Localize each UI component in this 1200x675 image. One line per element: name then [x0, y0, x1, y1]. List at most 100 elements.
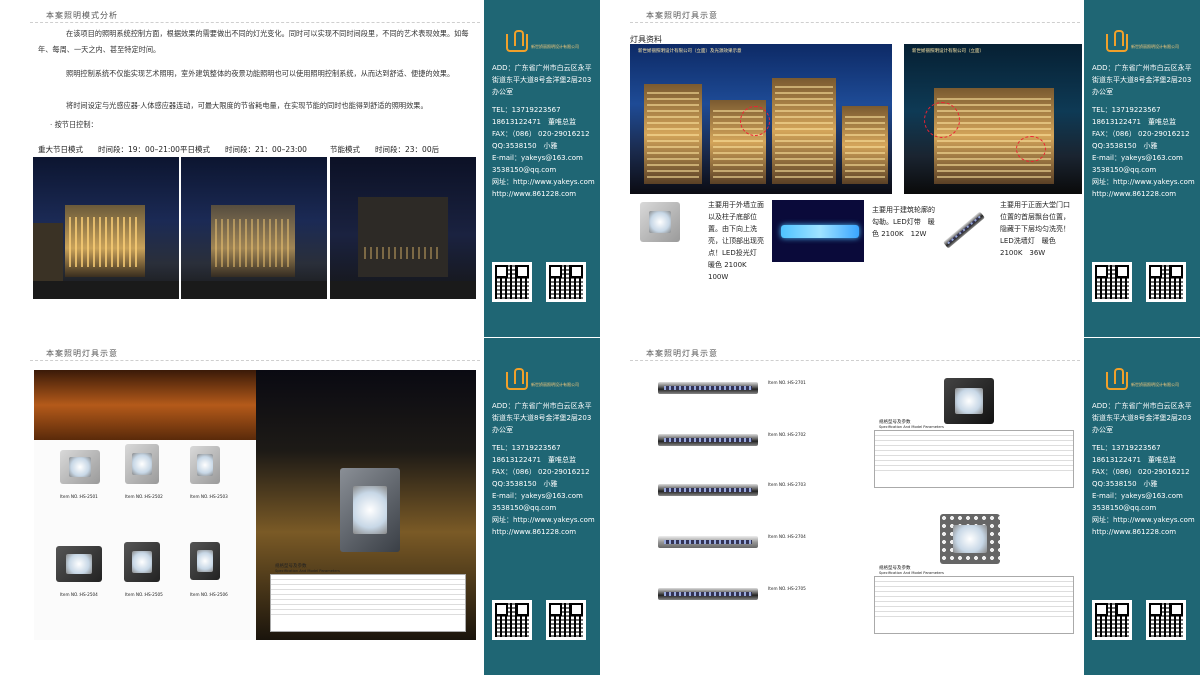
website-text: 网址：http://www.yakeys.com: [1092, 178, 1195, 186]
night-render-weekday: [181, 157, 327, 299]
phone-contact-text: 18613122471 董唯总监: [492, 456, 576, 464]
panel-content: 本案照明灯具示意 灯具资料 新世娇丽照明设计有限公司（立面）及光源效果示意 新世…: [600, 0, 1084, 337]
page-title: 本案照明灯具示意: [46, 349, 118, 358]
item-number: Item NO.:HS-2703: [768, 482, 806, 487]
qq-text: QQ:3538150 小雅: [492, 142, 558, 150]
render-photo-a: 新世娇丽照明设计有限公司（立面）及光源效果示意: [630, 44, 892, 194]
spec-table: 规格型号及参数 Specification And Model Paramete…: [874, 566, 1074, 634]
qr-codes: [492, 600, 596, 640]
contact-info: ADD：广东省广州市白云区永平街道东平大道8号金洋堡2层203办公室 TEL：1…: [1092, 400, 1198, 538]
paragraph-3: 将时间设定与光感应器·人体感应器连动，可最大限度的节省耗电量，在实现节能的同时也…: [66, 101, 428, 110]
company-logo: 新世娇丽照明设计有限公司: [506, 368, 586, 392]
mode-weekday-label: 平日模式 时间段：21：00–23:00: [180, 145, 307, 154]
windows: [69, 217, 141, 267]
photo-a-caption: 新世娇丽照明设计有限公司（立面）及光源效果示意: [638, 49, 742, 54]
product-2-text: 主要用于建筑轮廓的勾勒。LED灯带 暖色 2100K 12W: [872, 206, 935, 238]
contact-info: ADD：广东省广州市白云区永平街道东平大道8号金洋堡2层203办公室 TEL：1…: [492, 400, 598, 538]
contact-info: ADD：广东省广州市白云区永平街道东平大道8号金洋堡2层203办公室 TEL：1…: [1092, 62, 1198, 200]
fax-text: FAX：（086） 020-29016212: [1092, 468, 1190, 476]
qr-code-icon: [1146, 262, 1186, 302]
product-3-text: 主要用于正面大堂门口位置的首层飘台位置，隐藏于下层均匀洗亮！LED洗墙灯 暖色 …: [1000, 201, 1070, 257]
flood-light-icon: [940, 514, 1000, 564]
phone-contact-text: 18613122471 董唯总监: [1092, 118, 1176, 126]
page-title: 本案照明灯具示意: [646, 349, 718, 358]
contact-info: ADD：广东省广州市白云区永平街道东平大道8号金洋堡2层203办公室 TEL：1…: [492, 62, 598, 200]
flood-light-icon: [125, 444, 159, 484]
wall-washer-icon: [658, 382, 758, 394]
page-title: 本案照明模式分析: [46, 11, 118, 20]
wall-washer-icon: [658, 434, 758, 446]
panel-fixture-catalogue-a: 本案照明灯具示意 Item NO.:HS-2501 Item NO.:HS-25…: [0, 338, 600, 675]
windows: [364, 247, 442, 259]
email-qq-text: 3538150@qq.com: [1092, 504, 1157, 512]
website2-text: http://www.861228.com: [1092, 190, 1177, 198]
qq-text: QQ:3538150 小雅: [1092, 480, 1158, 488]
flood-light-icon: [944, 378, 994, 424]
divider: [30, 360, 480, 361]
building: [33, 223, 63, 283]
qr-code-icon: [1146, 600, 1186, 640]
website2-text: http://www.861228.com: [492, 528, 577, 536]
led-strip-icon: [772, 200, 864, 262]
ground: [330, 281, 476, 299]
page-title: 本案照明灯具示意: [646, 11, 718, 20]
address-text: ADD：广东省广州市白云区永平街道东平大道8号金洋堡2层203办公室: [492, 402, 592, 434]
mode-festival-label: 重大节日模式 时间段：19：00–21:00: [38, 145, 180, 154]
wall-washer-icon: [658, 588, 758, 600]
address-text: ADD：广东省广州市白云区永平街道东平大道8号金洋堡2层203办公室: [492, 64, 592, 96]
fax-text: FAX：（086） 020-29016212: [1092, 130, 1190, 138]
photo-b-caption: 新世娇丽照明设计有限公司（立面）: [912, 49, 984, 54]
tel-text: TEL：13719223567: [492, 444, 561, 452]
night-render-energy-saving: [330, 157, 476, 299]
ground: [33, 281, 179, 299]
website-text: 网址：http://www.yakeys.com: [1092, 516, 1195, 524]
catalogue-photo: [34, 370, 256, 440]
tower: [772, 78, 836, 184]
tower: [842, 106, 888, 184]
item-number: Item NO.:HS-2504: [60, 592, 98, 597]
flood-light-icon: [190, 542, 220, 580]
panel-content: 本案照明灯具示意 Item NO.:HS-2501 Item NO.:HS-25…: [0, 338, 484, 675]
panel-content: 本案照明模式分析 在该项目的照明系统控制方面，根据效果的需要做出不同的灯光变化。…: [0, 0, 484, 337]
email-text: E-mail：yakeys@163.com: [1092, 492, 1183, 500]
highlight-circle: [740, 106, 770, 136]
product-1-text: 主要用于外墙立面以及柱子底部位置。由下向上洗亮，让顶部出现亮点！LED投光灯 暖…: [708, 201, 764, 281]
divider: [630, 22, 1080, 23]
qq-text: QQ:3538150 小雅: [1092, 142, 1158, 150]
email-text: E-mail：yakeys@163.com: [492, 154, 583, 162]
item-number: Item NO.:HS-2704: [768, 534, 806, 539]
phone-contact-text: 18613122471 董唯总监: [1092, 456, 1176, 464]
panel-content: 本案照明灯具示意 Item NO.:HS-2701 Item NO.:HS-27…: [600, 338, 1084, 675]
spec-subtitle: Specification And Model Parameters: [275, 569, 340, 573]
panel-lighting-mode-analysis: 本案照明模式分析 在该项目的照明系统控制方面，根据效果的需要做出不同的灯光变化。…: [0, 0, 600, 337]
tower: [644, 84, 702, 184]
building: [358, 197, 448, 277]
item-number: Item NO.:HS-2501: [60, 494, 98, 499]
qr-code-icon: [546, 262, 586, 302]
qq-text: QQ:3538150 小雅: [492, 480, 558, 488]
flood-light-icon: [60, 450, 100, 484]
fax-text: FAX：（086） 020-29016212: [492, 130, 590, 138]
website2-text: http://www.861228.com: [1092, 528, 1177, 536]
address-text: ADD：广东省广州市白云区永平街道东平大道8号金洋堡2层203办公室: [1092, 402, 1192, 434]
highlight-circle: [924, 102, 960, 138]
render-photo-b: 新世娇丽照明设计有限公司（立面）: [904, 44, 1082, 194]
flood-light-icon: [190, 446, 220, 484]
item-number: Item NO.:HS-2502: [125, 494, 163, 499]
tel-text: TEL：13719223567: [492, 106, 561, 114]
night-render-festival: [33, 157, 179, 299]
item-number: Item NO.:HS-2503: [190, 494, 228, 499]
paragraph-2: 照明控制系统不仅能实现艺术照明，室外建筑整体的夜景功能照明也可以使用照明控制系统…: [66, 69, 455, 78]
panel-fixture-data: 本案照明灯具示意 灯具资料 新世娇丽照明设计有限公司（立面）及光源效果示意 新世…: [600, 0, 1200, 337]
flood-light-icon: [124, 542, 160, 582]
wall-washer-icon: [658, 484, 758, 496]
phone-contact-text: 18613122471 董唯总监: [492, 118, 576, 126]
spec-subtitle: Specification And Model Parameters: [879, 425, 944, 429]
spec-table: 规格型号及参数 Specification And Model Paramete…: [270, 564, 466, 632]
item-number: Item NO.:HS-2505: [125, 592, 163, 597]
email-qq-text: 3538150@qq.com: [492, 166, 557, 174]
qr-code-icon: [1092, 262, 1132, 302]
wall-washer-icon: [943, 211, 985, 249]
tel-text: TEL：13719223567: [1092, 444, 1161, 452]
spec-table: 规格型号及参数 Specification And Model Paramete…: [874, 420, 1074, 488]
